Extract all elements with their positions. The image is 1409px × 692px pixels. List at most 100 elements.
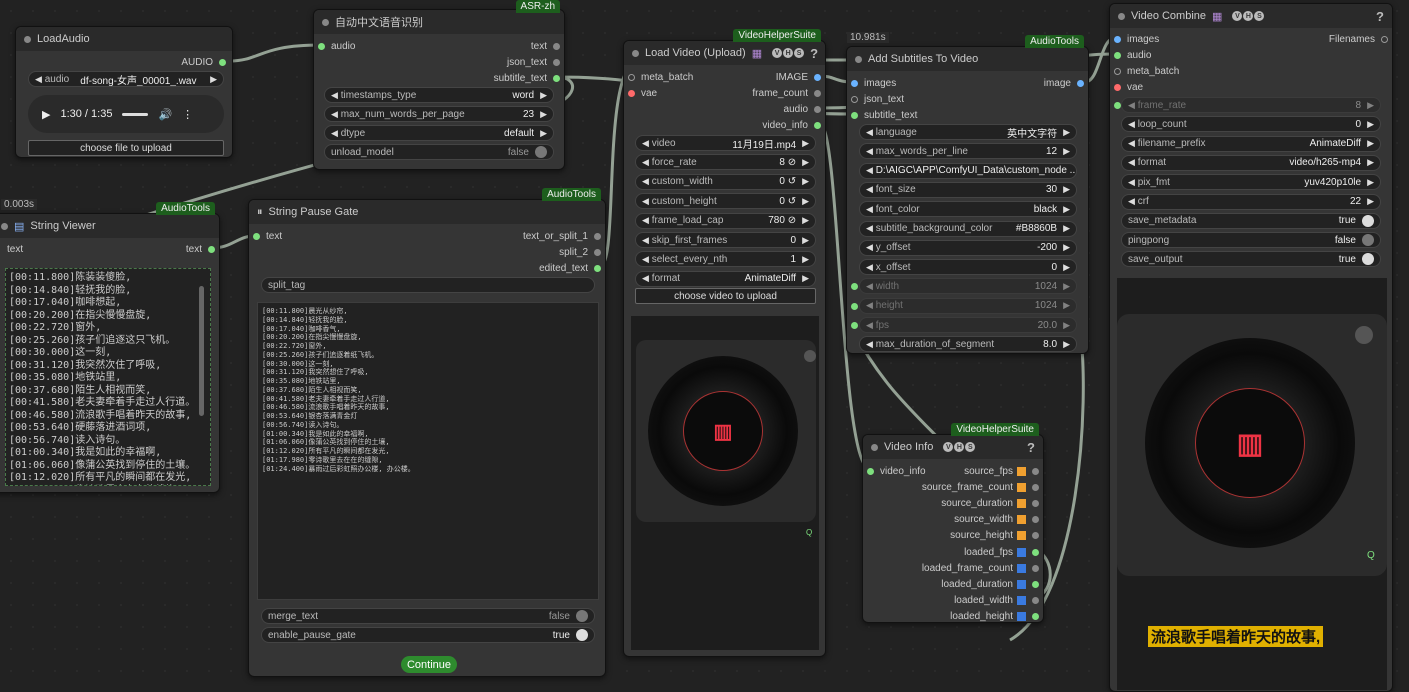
arrow-left-icon[interactable]: ◀ bbox=[331, 128, 338, 139]
output-loaded-fps[interactable]: loaded_fps bbox=[964, 545, 1039, 559]
max-words-per-line-widget[interactable]: ◀ max_words_per_line 12 ▶ bbox=[859, 143, 1077, 160]
arrow-left-icon[interactable]: ◀ bbox=[866, 281, 873, 292]
arrow-left-icon[interactable]: ◀ bbox=[866, 223, 873, 234]
x-offset-widget[interactable]: ◀ x_offset 0 ▶ bbox=[859, 259, 1077, 276]
output-image[interactable]: image bbox=[1044, 76, 1084, 90]
arrow-left-icon[interactable]: ◀ bbox=[1128, 119, 1135, 130]
input-audio[interactable]: audio bbox=[1114, 48, 1151, 62]
output-slot-icon[interactable] bbox=[1032, 532, 1039, 540]
arrow-left-icon[interactable]: ◀ bbox=[866, 127, 873, 138]
subtitle-background-color-widget[interactable]: ◀ subtitle_background_color #B8860B ▶ bbox=[859, 220, 1077, 237]
custom-width-widget[interactable]: ◀ custom_width 0 ↺ ▶ bbox=[635, 173, 816, 190]
help-icon[interactable]: ? bbox=[1027, 440, 1035, 455]
node-collapse-dot[interactable] bbox=[322, 18, 329, 26]
arrow-right-icon[interactable]: ▶ bbox=[802, 273, 809, 284]
arrow-right-icon[interactable]: ▶ bbox=[1063, 127, 1070, 138]
format-widget[interactable]: ◀ format AnimateDiff ▶ bbox=[635, 270, 816, 287]
output-slot-icon[interactable] bbox=[1032, 580, 1039, 588]
output-slot-icon[interactable] bbox=[814, 89, 821, 97]
arrow-right-icon[interactable]: ▶ bbox=[802, 235, 809, 246]
arrow-right-icon[interactable]: ▶ bbox=[1063, 262, 1070, 273]
arrow-right-icon[interactable]: ▶ bbox=[1063, 281, 1070, 292]
arrow-right-icon[interactable]: ▶ bbox=[540, 90, 547, 101]
input-images[interactable]: images bbox=[1114, 32, 1159, 46]
save-output-toggle[interactable]: save_output true bbox=[1121, 251, 1381, 268]
output-loaded-width[interactable]: loaded_width bbox=[954, 594, 1039, 608]
save-metadata-toggle[interactable]: save_metadata true bbox=[1121, 212, 1381, 229]
dtype-select[interactable]: ◀ dtype default ▶ bbox=[324, 125, 554, 141]
load-video-node[interactable]: VideoHelperSuite Load Video (Upload) ▦ V H S… bbox=[623, 29, 826, 657]
output-loaded-height[interactable]: loaded_height bbox=[950, 610, 1039, 624]
input-slot-icon[interactable] bbox=[851, 95, 858, 103]
output-subtitle-text[interactable]: subtitle_text bbox=[494, 71, 560, 85]
output-slot-icon[interactable] bbox=[553, 74, 560, 82]
input-audio[interactable]: audio bbox=[318, 39, 355, 53]
arrow-left-icon[interactable]: ◀ bbox=[331, 109, 338, 120]
output-slot-icon[interactable] bbox=[553, 58, 560, 66]
input-video-info[interactable]: video_info bbox=[867, 464, 926, 478]
arrow-right-icon[interactable]: ▶ bbox=[1063, 242, 1070, 253]
output-source-frame-count[interactable]: source_frame_count bbox=[922, 480, 1039, 494]
output-slot-icon[interactable] bbox=[1032, 499, 1039, 507]
input-vae[interactable]: vae bbox=[1114, 80, 1143, 94]
arrow-right-icon[interactable]: ▶ bbox=[802, 196, 809, 207]
output-text[interactable]: text bbox=[186, 242, 215, 256]
arrow-right-icon[interactable]: ▶ bbox=[802, 215, 809, 226]
arrow-right-icon[interactable]: ▶ bbox=[1367, 100, 1374, 111]
arrow-left-icon[interactable]: ◀ bbox=[642, 215, 649, 226]
arrow-right-icon[interactable]: ▶ bbox=[1063, 184, 1070, 195]
choose-file-button[interactable]: choose file to upload bbox=[28, 140, 224, 156]
arrow-left-icon[interactable]: ◀ bbox=[866, 262, 873, 273]
output-loaded-duration[interactable]: loaded_duration bbox=[941, 577, 1039, 591]
arrow-left-icon[interactable]: ◀ bbox=[642, 176, 649, 187]
output-source-duration[interactable]: source_duration bbox=[941, 496, 1039, 510]
output-audio[interactable]: AUDIO bbox=[181, 55, 226, 69]
arrow-left-icon[interactable]: ◀ bbox=[642, 254, 649, 265]
video-info-node[interactable]: VideoHelperSuite Video Info V H S? video_in… bbox=[862, 423, 1044, 624]
arrow-left-icon[interactable]: ◀ bbox=[1128, 100, 1135, 111]
arrow-left-icon[interactable]: ◀ bbox=[866, 300, 873, 311]
merge-text-toggle[interactable]: merge_text false bbox=[261, 608, 595, 624]
audio-player[interactable]: ▶ 1:30 / 1:35 🔊 ⋮ bbox=[28, 95, 224, 133]
arrow-right-icon[interactable]: ▶ bbox=[1063, 223, 1070, 234]
input-slot-icon[interactable] bbox=[1114, 35, 1121, 43]
output-slot-icon[interactable] bbox=[208, 245, 215, 253]
arrow-left-icon[interactable]: ◀ bbox=[866, 165, 873, 176]
string-viewer-node[interactable]: 0.003s AudioTools ▤ String Viewer text te… bbox=[0, 199, 220, 493]
timestamps-type-select[interactable]: ◀ timestamps_type word ▶ bbox=[324, 87, 554, 103]
input-slot-icon[interactable] bbox=[1114, 51, 1121, 59]
arrow-left-icon[interactable]: ◀ bbox=[35, 74, 42, 85]
input-vae[interactable]: vae bbox=[628, 86, 657, 100]
arrow-left-icon[interactable]: ◀ bbox=[331, 90, 338, 101]
help-icon[interactable]: ? bbox=[810, 46, 818, 61]
font-size-widget[interactable]: ◀ font_size 30 ▶ bbox=[859, 181, 1077, 198]
more-options-icon[interactable]: ⋮ bbox=[182, 108, 193, 121]
continue-button[interactable]: Continue bbox=[401, 656, 457, 673]
arrow-right-icon[interactable]: ▶ bbox=[1367, 119, 1374, 130]
arrow-right-icon[interactable]: ▶ bbox=[1367, 157, 1374, 168]
toggle-knob[interactable] bbox=[1362, 253, 1374, 266]
filename-prefix-widget[interactable]: ◀ filename_prefix AnimateDiff ▶ bbox=[1121, 135, 1381, 152]
pingpong-toggle[interactable]: pingpong false bbox=[1121, 232, 1381, 249]
output-slot-icon[interactable] bbox=[1032, 516, 1039, 524]
input-slot-icon[interactable] bbox=[1114, 67, 1121, 75]
scrollbar[interactable] bbox=[199, 286, 204, 416]
output-filenames[interactable]: Filenames bbox=[1329, 32, 1388, 46]
max-duration-of-segment-widget[interactable]: ◀ max_duration_of_segment 8.0 ▶ bbox=[859, 336, 1077, 353]
string-viewer-textarea[interactable]: [00:11.800]陈装装傻脸, [00:14.840]轻抚我的脸, [00:… bbox=[5, 268, 211, 486]
input-slot-icon[interactable] bbox=[851, 322, 858, 329]
output-source-width[interactable]: source_width bbox=[954, 513, 1039, 527]
output-source-fps[interactable]: source_fps bbox=[964, 464, 1039, 478]
arrow-left-icon[interactable]: ◀ bbox=[866, 320, 873, 331]
output-source-height[interactable]: source_height bbox=[950, 529, 1039, 543]
input-slot-icon[interactable] bbox=[851, 283, 858, 291]
arrow-right-icon[interactable]: ▶ bbox=[1367, 177, 1374, 188]
arrow-right-icon[interactable]: ▶ bbox=[540, 109, 547, 120]
arrow-right-icon[interactable]: ▶ bbox=[1063, 320, 1070, 331]
choose-video-button[interactable]: choose video to upload bbox=[635, 288, 816, 304]
path-widget[interactable]: ◀ D:\AIGC\APP\ComfyUI_Data\custom_node .… bbox=[859, 162, 1077, 179]
arrow-right-icon[interactable]: ▶ bbox=[540, 128, 547, 139]
add-subtitles-node[interactable]: 10.981s AudioTools Add Subtitles To Vide… bbox=[846, 32, 1089, 354]
arrow-left-icon[interactable]: ◀ bbox=[1128, 196, 1135, 207]
input-slot-icon[interactable] bbox=[628, 89, 635, 97]
